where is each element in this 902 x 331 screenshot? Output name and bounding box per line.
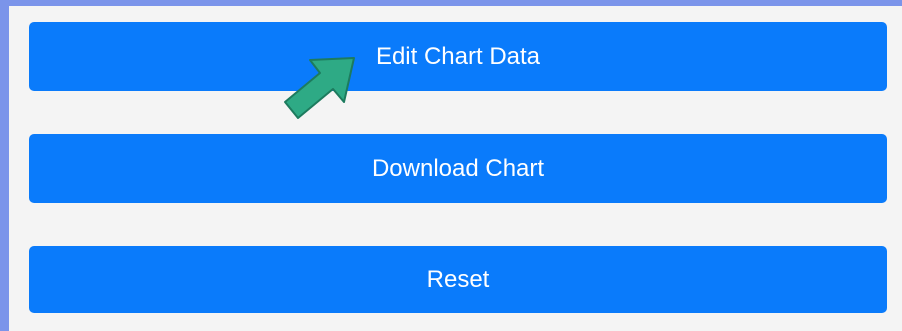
button-panel: Edit Chart Data Download Chart Reset bbox=[9, 6, 902, 331]
download-chart-button[interactable]: Download Chart bbox=[29, 134, 887, 203]
reset-button[interactable]: Reset bbox=[29, 246, 887, 313]
edit-chart-data-button[interactable]: Edit Chart Data bbox=[29, 22, 887, 91]
